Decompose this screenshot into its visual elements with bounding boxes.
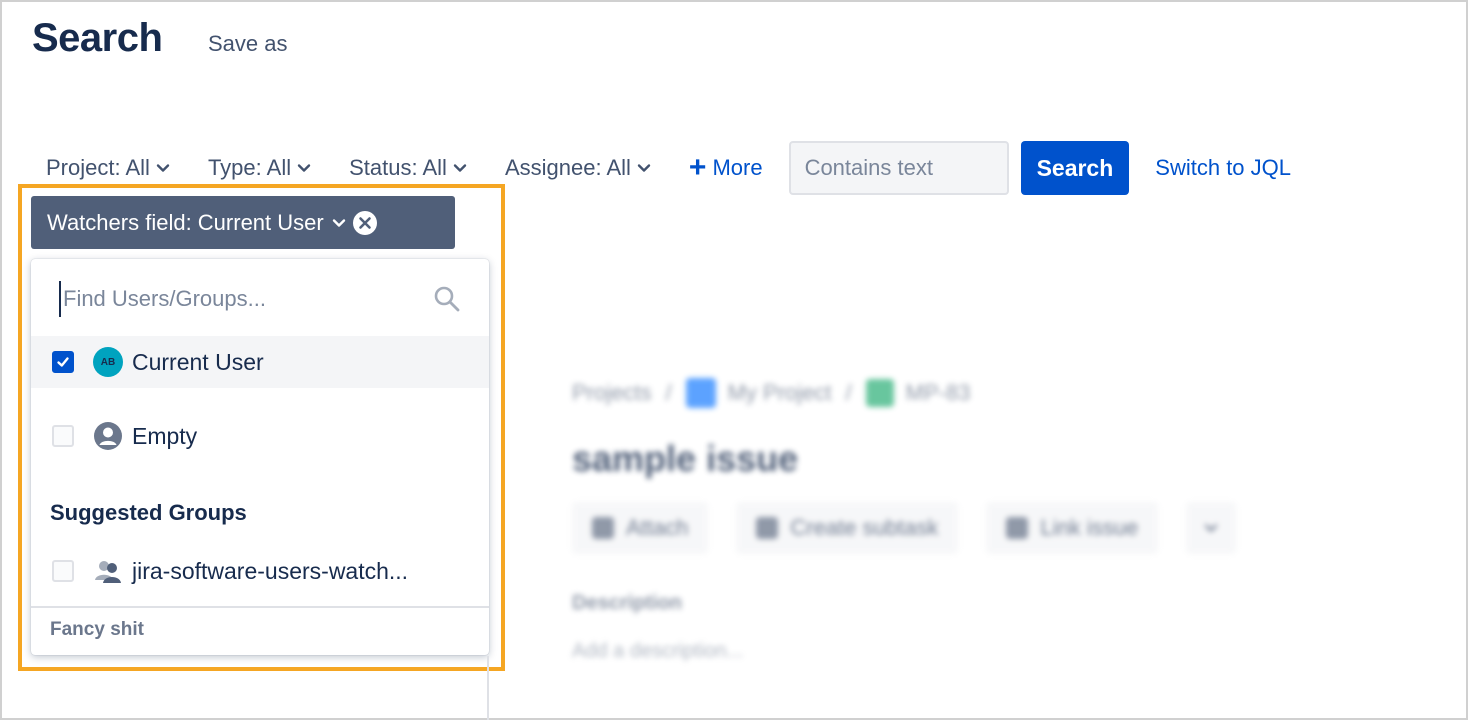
option-label: Empty xyxy=(132,422,198,449)
search-button[interactable]: Search xyxy=(1020,141,1130,195)
link-issue-button[interactable]: Link issue xyxy=(986,502,1159,554)
option-current-user[interactable]: AB Current User xyxy=(31,336,489,388)
checkmark-icon xyxy=(57,357,69,367)
paperclip-icon xyxy=(592,517,614,539)
link-issue-label: Link issue xyxy=(1040,515,1139,540)
column-divider xyxy=(487,656,489,720)
watchers-filter-chip[interactable]: Watchers field: Current User xyxy=(31,196,455,249)
issue-preview-blurred: Projects / My Project / MP-83 sample iss… xyxy=(572,370,1332,690)
status-filter-label: Status: All xyxy=(349,155,447,180)
checkbox[interactable] xyxy=(52,560,74,582)
watchers-chip-label: Watchers field: Current User xyxy=(47,209,324,235)
option-label: Current User xyxy=(132,348,264,375)
type-filter[interactable]: Type: All xyxy=(208,155,311,181)
page-title: Search xyxy=(32,16,163,60)
group-icon xyxy=(95,561,121,583)
plus-icon: + xyxy=(688,151,707,184)
chevron-down-icon xyxy=(1204,524,1218,532)
search-icon xyxy=(434,286,460,312)
assignee-filter-label: Assignee: All xyxy=(504,155,631,180)
switch-to-jql-link[interactable]: Switch to JQL xyxy=(1155,155,1291,181)
person-placeholder-icon xyxy=(94,422,122,450)
user-avatar: AB xyxy=(93,347,123,377)
option-empty[interactable]: Empty xyxy=(31,410,489,462)
contains-text-input[interactable] xyxy=(788,141,1009,195)
dropdown-footer: Fancy shit xyxy=(50,619,144,640)
project-avatar-icon xyxy=(685,378,716,408)
chevron-down-icon xyxy=(297,164,311,172)
chevron-down-icon xyxy=(156,164,170,172)
more-filters-button[interactable]: + More xyxy=(689,153,763,183)
create-subtask-button[interactable]: Create subtask xyxy=(736,502,959,554)
breadcrumb-projects[interactable]: Projects xyxy=(572,380,651,406)
chevron-down-icon xyxy=(453,164,467,172)
issue-title[interactable]: sample issue xyxy=(572,438,798,480)
find-users-groups-input[interactable] xyxy=(59,281,439,317)
divider xyxy=(31,606,489,608)
type-filter-label: Type: All xyxy=(207,155,292,180)
description-label: Description xyxy=(572,592,683,614)
project-filter[interactable]: Project: All xyxy=(46,155,170,181)
attach-button[interactable]: Attach xyxy=(572,502,709,554)
checkbox[interactable] xyxy=(52,425,74,447)
breadcrumb-separator: / xyxy=(845,380,852,405)
option-group[interactable]: jira-software-users-watch... xyxy=(31,545,489,597)
save-as-link[interactable]: Save as xyxy=(208,31,288,57)
subtask-icon xyxy=(756,517,779,539)
more-filters-label: More xyxy=(712,155,763,180)
breadcrumb-project[interactable]: My Project xyxy=(728,380,832,406)
project-filter-label: Project: All xyxy=(46,155,150,180)
issue-actions: Attach Create subtask Link issue xyxy=(572,502,1237,554)
checkbox-checked[interactable] xyxy=(52,351,74,373)
description-placeholder[interactable]: Add a description... xyxy=(572,640,743,663)
watchers-dropdown: AB Current User Empty Suggested Groups j… xyxy=(31,259,489,655)
status-filter[interactable]: Status: All xyxy=(349,155,467,181)
chevron-down-icon xyxy=(637,164,651,172)
story-icon xyxy=(865,379,894,407)
attach-label: Attach xyxy=(626,515,689,540)
link-icon xyxy=(1006,517,1029,539)
close-circle-icon[interactable] xyxy=(352,210,378,236)
create-subtask-label: Create subtask xyxy=(790,515,939,540)
option-label: jira-software-users-watch... xyxy=(132,557,409,584)
breadcrumb-issue-key[interactable]: MP-83 xyxy=(906,380,971,406)
breadcrumb: Projects / My Project / MP-83 xyxy=(572,378,970,408)
assignee-filter[interactable]: Assignee: All xyxy=(505,155,651,181)
chevron-down-icon xyxy=(332,218,345,227)
suggested-groups-heading: Suggested Groups xyxy=(50,500,247,525)
more-actions-button[interactable] xyxy=(1186,502,1237,554)
breadcrumb-separator: / xyxy=(665,380,672,405)
